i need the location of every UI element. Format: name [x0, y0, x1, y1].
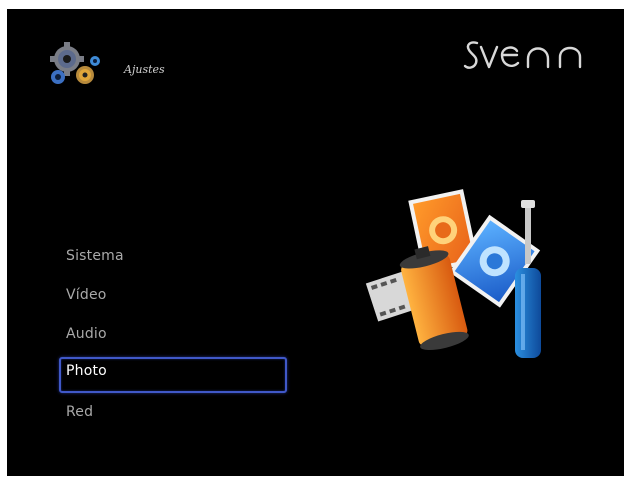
menu-item-video[interactable]: Vídeo: [59, 281, 283, 313]
menu-item-label: Photo: [66, 363, 107, 379]
page-title: Ajustes: [124, 63, 165, 76]
menu-item-label: Sistema: [66, 248, 124, 264]
menu-item-label: Red: [66, 404, 94, 420]
menu-item-red[interactable]: Red: [59, 398, 283, 430]
gears-settings-icon: [50, 42, 100, 84]
menu-item-sistema[interactable]: Sistema: [59, 242, 283, 274]
menu-item-label: Vídeo: [66, 287, 107, 303]
photo-settings-icon: [365, 189, 541, 358]
menu-item-label: Audio: [66, 326, 107, 342]
menu-item-audio[interactable]: Audio: [59, 320, 283, 352]
brand-logo: [463, 41, 582, 69]
menu-item-photo[interactable]: Photo: [59, 357, 287, 393]
tv-screen: Ajustes Sistema Vídeo Audio Photo Red: [7, 9, 624, 476]
